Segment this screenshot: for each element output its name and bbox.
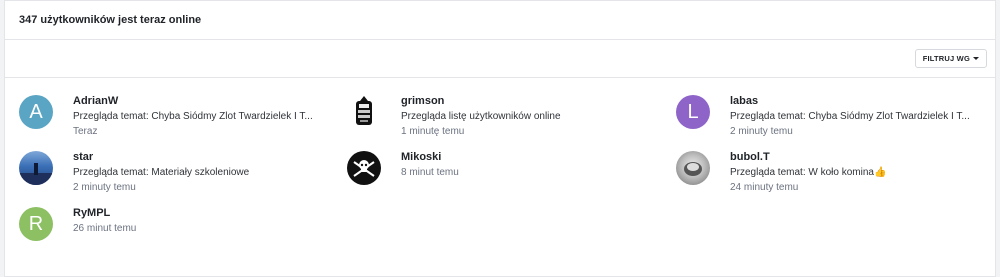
last-active-time: 2 minuty temu: [73, 182, 136, 193]
username-link[interactable]: star: [73, 151, 93, 163]
last-active-time: 1 minutę temu: [401, 126, 465, 137]
user-item-adrianw: A AdrianW Przegląda temat: Chyba Siódmy …: [19, 95, 319, 145]
last-active-time: 2 minuty temu: [730, 126, 793, 137]
thumbs-up-icon: 👍: [873, 167, 887, 178]
user-item-star: star Przegląda temat: Materiały szkoleni…: [19, 151, 319, 201]
user-activity[interactable]: Przegląda temat: Chyba Siódmy Zlot Tward…: [73, 111, 313, 122]
avatar[interactable]: [347, 151, 381, 185]
avatar-letter: A: [29, 100, 43, 123]
user-item-rympl: R RyMPL 26 minut temu: [19, 207, 319, 257]
avatar[interactable]: [19, 151, 53, 185]
username-link[interactable]: grimson: [401, 95, 444, 107]
skull-badge-icon: [356, 96, 372, 125]
avatar[interactable]: A: [19, 95, 53, 129]
user-activity[interactable]: Przegląda temat: Materiały szkoleniowe: [73, 167, 249, 178]
avatar[interactable]: [676, 151, 710, 185]
caret-down-icon: [973, 57, 979, 60]
avatar-letter: L: [687, 100, 699, 123]
avatar-letter: R: [28, 212, 44, 235]
user-activity[interactable]: Przegląda temat: Chyba Siódmy Zlot Tward…: [730, 111, 970, 122]
user-activity[interactable]: Przegląda listę użytkowników online: [401, 111, 561, 122]
last-active-time: Teraz: [73, 126, 98, 137]
avatar[interactable]: L: [676, 95, 710, 129]
online-users-panel: 347 użytkowników jest teraz online FILTR…: [4, 0, 996, 277]
skull-crossbones-icon: [353, 160, 375, 177]
filter-by-label: FILTRUJ WG: [922, 54, 970, 63]
username-link[interactable]: RyMPL: [73, 207, 110, 219]
last-active-time: 8 minut temu: [401, 167, 459, 178]
filter-by-button[interactable]: FILTRUJ WG: [914, 49, 987, 68]
last-active-time: 26 minut temu: [73, 223, 137, 234]
username-link[interactable]: labas: [730, 95, 758, 107]
user-item-grimson: grimson Przegląda listę użytkowników onl…: [347, 95, 647, 145]
user-item-mikoski: Mikoski 8 minut temu: [347, 151, 647, 201]
avatar[interactable]: [347, 95, 381, 129]
user-activity-text: Przegląda temat: W koło komina: [730, 167, 874, 178]
user-activity[interactable]: Przegląda temat: W koło komina👍: [730, 167, 886, 178]
username-link[interactable]: Mikoski: [401, 151, 441, 163]
username-link[interactable]: AdrianW: [73, 95, 118, 107]
panel-header: 347 użytkowników jest teraz online: [5, 1, 995, 40]
user-item-bubol-t: bubol.T Przegląda temat: W koło komina👍 …: [676, 151, 976, 201]
username-link[interactable]: bubol.T: [730, 151, 770, 163]
last-active-time: 24 minuty temu: [730, 182, 799, 193]
avatar[interactable]: R: [19, 207, 53, 241]
user-item-labas: L labas Przegląda temat: Chyba Siódmy Zl…: [676, 95, 976, 145]
photo-avatar-image: [684, 162, 702, 176]
photo-avatar-image: [19, 163, 53, 185]
filter-toolbar: FILTRUJ WG: [5, 40, 995, 78]
page-title: 347 użytkowników jest teraz online: [19, 14, 202, 26]
